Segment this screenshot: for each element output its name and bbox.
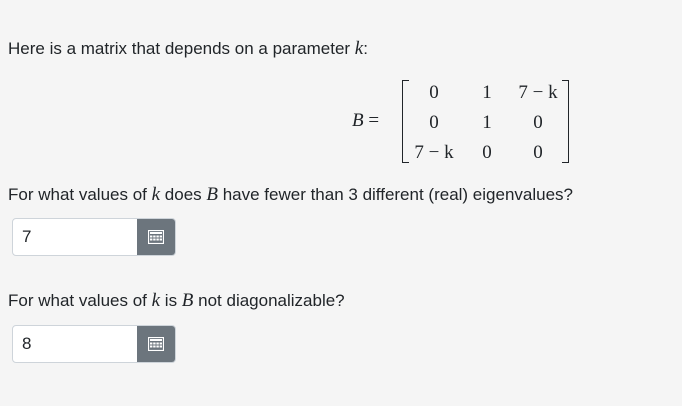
matrix-cell: 0 — [533, 142, 543, 163]
answer-box-2 — [12, 325, 176, 363]
q2-var-b: B — [181, 290, 194, 311]
q2-var-k: k — [151, 290, 161, 311]
keypad-icon — [148, 337, 164, 351]
q1-text-pre: For what values of — [8, 185, 152, 204]
matrix-cell: 7 − k — [414, 142, 454, 163]
q1-text-post: have fewer than 3 different (real) eigen… — [217, 185, 574, 204]
q1-var-b: B — [206, 184, 218, 205]
preview-button-2[interactable] — [137, 326, 175, 362]
intro-text: Here is a matrix that depends on a param… — [8, 38, 368, 60]
q1-var-k: k — [151, 184, 161, 205]
equals-sign: = — [363, 110, 380, 131]
answer-input-1[interactable] — [13, 219, 137, 255]
q1-text-mid: does — [160, 185, 207, 204]
matrix-cell: 0 — [429, 82, 439, 103]
q2-text-pre: For what values of — [8, 291, 152, 310]
answer-box-1 — [12, 218, 176, 256]
matrix-cell: 0 — [429, 112, 439, 133]
keypad-icon — [148, 230, 164, 244]
intro-variable: k — [354, 38, 364, 59]
answer-input-2[interactable] — [13, 326, 137, 362]
question-2: For what values of k is B not diagonaliz… — [8, 290, 345, 312]
question-1: For what values of k does B have fewer t… — [8, 184, 573, 206]
q2-text-mid: is — [160, 291, 182, 310]
intro-colon: : — [363, 39, 368, 58]
matrix-label: B = — [352, 110, 379, 132]
q2-text-post: not diagonalizable? — [193, 291, 345, 310]
intro-prefix: Here is a matrix that depends on a param… — [8, 39, 355, 58]
matrix-cell: 0 — [533, 112, 543, 133]
matrix-cell: 7 − k — [518, 82, 558, 103]
preview-button-1[interactable] — [137, 219, 175, 255]
matrix-name: B — [352, 110, 364, 131]
